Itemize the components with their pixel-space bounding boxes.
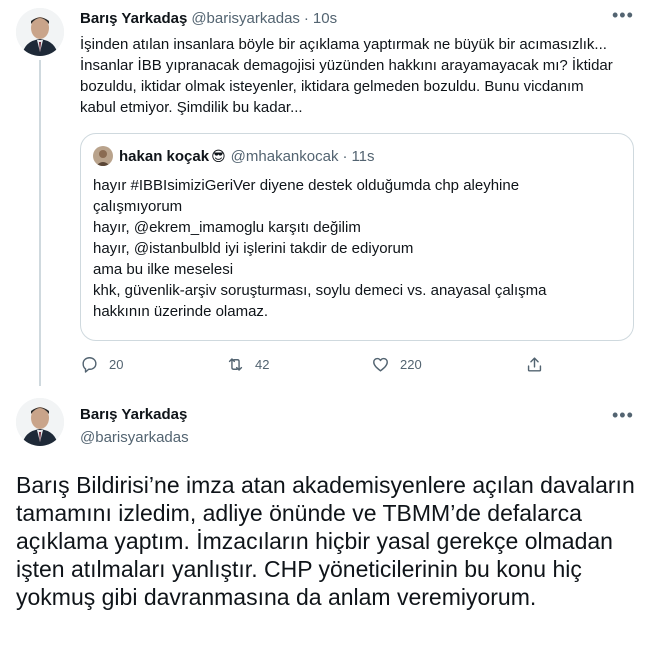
reply-count: 20 [109,357,124,372]
more-icon[interactable]: ••• [612,6,634,24]
avatar[interactable] [16,8,64,56]
main-more-icon[interactable]: ••• [612,406,634,424]
retweet-button[interactable]: 42 [226,355,269,374]
share-icon [527,357,542,372]
display-name[interactable]: Barış Yarkadaş [80,10,187,27]
like-button[interactable]: 220 [371,355,422,374]
quoted-avatar[interactable] [93,146,113,166]
quoted-avatar-image [93,146,113,166]
quoted-tweet-card[interactable]: hakan koçak 😎 @mhakankocak · 11s hayır #… [80,133,634,341]
user-handle[interactable]: @barisyarkadas [191,10,300,27]
quoted-line: ama bu ilke meselesi [93,261,234,278]
quoted-line: hayır, @ekrem_imamoglu karşıtı değilim [93,219,361,236]
retweet-icon [228,358,243,371]
quoted-line: hayır, @istanbulbld iyi işlerini takdir … [93,240,414,257]
reply-tweet-text: İşinden atılan insanlara böyle bir açıkl… [80,36,613,116]
reply-icon [82,357,97,373]
main-avatar[interactable] [16,398,64,446]
quoted-tweet-header: hakan koçak 😎 @mhakankocak · 11s [93,146,375,166]
reply-button[interactable]: 20 [80,355,123,374]
timestamp[interactable]: 10s [313,10,337,27]
quoted-timestamp[interactable]: 11s [351,148,374,165]
like-icon [373,357,388,372]
avatar-image [16,8,64,56]
quoted-handle[interactable]: @mhakankocak [231,148,339,165]
share-button[interactable] [525,355,554,374]
main-user-handle[interactable]: @barisyarkadas [80,429,189,446]
main-tweet-text: Barış Bildirisi’ne imza atan akademisyen… [16,472,635,610]
main-avatar-image [16,398,64,446]
thread-line [39,60,41,386]
separator-dot: · [303,10,309,27]
quoted-tweet-text: hayır #IBBIsimiziGeriVer diyene destek o… [93,175,563,322]
quoted-name-emoji: 😎 [211,147,226,164]
quoted-line: khk, güvenlik-arşiv soruşturması, soylu … [93,282,547,320]
like-count: 220 [400,357,422,372]
quoted-separator: · [342,147,348,165]
retweet-count: 42 [255,357,270,372]
quoted-line: hayır #IBBIsimiziGeriVer diyene destek o… [93,177,520,215]
reply-tweet-header: Barış Yarkadaş @barisyarkadas · 10s [80,10,337,27]
quoted-display-name[interactable]: hakan koçak [119,148,209,165]
main-display-name[interactable]: Barış Yarkadaş [80,406,187,423]
